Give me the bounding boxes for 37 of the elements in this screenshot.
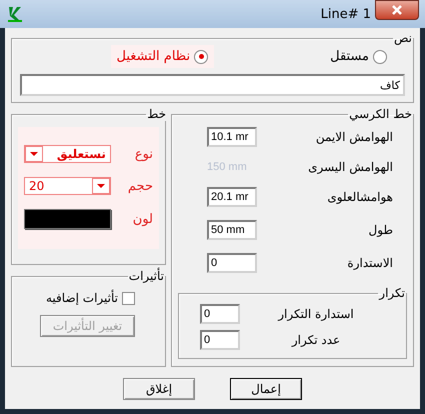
- window-title: Line# 1: [320, 6, 371, 22]
- input-field[interactable]: 0: [200, 304, 240, 324]
- dialog-button[interactable]: إعمال: [230, 378, 302, 400]
- input-field[interactable]: 0: [207, 253, 257, 273]
- caret-icon: [92, 178, 110, 194]
- field-label: طول: [368, 223, 393, 237]
- close-button[interactable]: [375, 0, 419, 20]
- text-field[interactable]: كاف: [20, 74, 405, 96]
- field-label: حجم: [126, 178, 153, 194]
- input-field[interactable]: 50 mm: [207, 220, 257, 240]
- field-label: عدد تكرار: [290, 333, 342, 347]
- checkbox-option[interactable]: تأثيرات إضافيه: [20, 291, 157, 305]
- radio-option[interactable]: نظام التشغيل: [110, 45, 214, 68]
- group-title: نص: [392, 31, 413, 45]
- field-label: نوع: [134, 146, 153, 162]
- app-icon: [6, 5, 24, 23]
- field-label: هوامشالعلوى: [326, 190, 393, 204]
- group-title: خط الكرسي: [348, 107, 413, 121]
- color-swatch[interactable]: [24, 209, 111, 229]
- input-field[interactable]: 20.1 mr: [207, 187, 257, 207]
- caret-icon: [25, 146, 43, 162]
- input-field[interactable]: 0: [200, 330, 240, 350]
- field-label: لون: [132, 212, 153, 226]
- group-title: خط: [146, 107, 167, 121]
- dialog-button[interactable]: إغلاق: [123, 378, 195, 400]
- field-label: استدارة التكرار: [276, 307, 355, 321]
- field-label: الهوامش اليسرى: [307, 160, 393, 174]
- input-field[interactable]: 10.1 mr: [207, 127, 257, 147]
- dropdown[interactable]: 20: [24, 177, 111, 195]
- dropdown[interactable]: نستعليق: [24, 145, 111, 163]
- field-label: الاستدارة: [346, 256, 393, 270]
- radio-option[interactable]: مستقل: [324, 45, 393, 68]
- field-value: 150 mm: [207, 161, 248, 173]
- group-title: تأثيرات: [128, 269, 165, 283]
- close-icon: [391, 5, 403, 15]
- group-title: تكرار: [378, 286, 406, 300]
- field-label: الهوامش الايمن: [314, 130, 393, 144]
